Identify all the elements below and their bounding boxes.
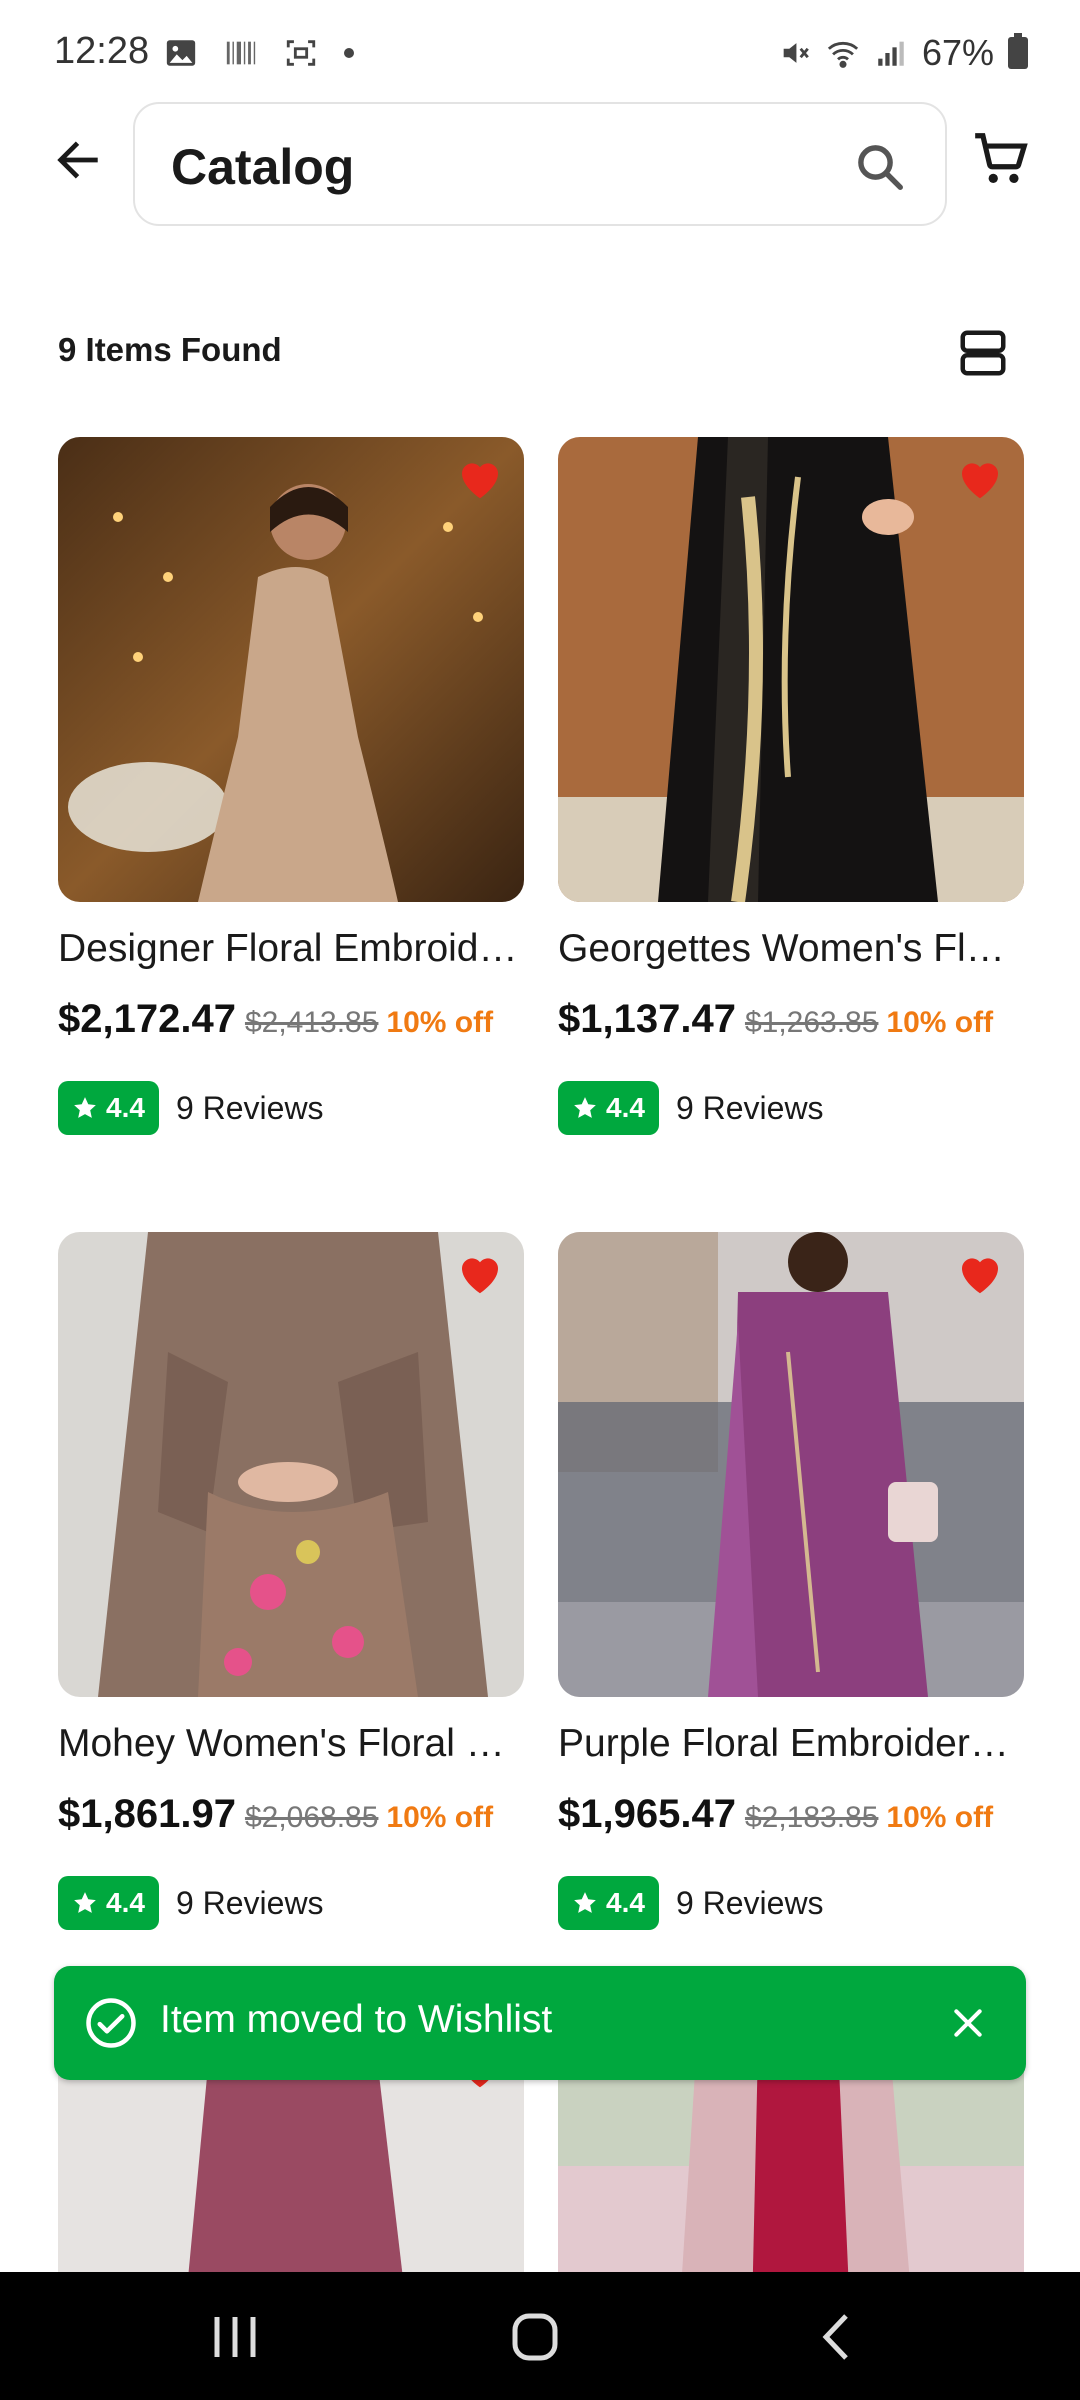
rating-badge: 4.4 <box>558 1876 659 1930</box>
rating-row: 4.4 9 Reviews <box>558 1081 824 1135</box>
status-icons-left <box>164 36 354 70</box>
rating-badge: 4.4 <box>58 1081 159 1135</box>
star-icon <box>574 1097 596 1118</box>
product-name[interactable]: Georgettes Women's Floral Dress <box>558 927 1024 971</box>
star-icon <box>74 1097 96 1118</box>
product-price: $1,965.47 <box>558 1792 736 1836</box>
heart-icon[interactable] <box>950 1246 1010 1300</box>
product-image[interactable] <box>558 437 1024 902</box>
heart-icon[interactable] <box>950 451 1010 505</box>
toast-notification: Item moved to Wishlist <box>54 1966 1026 2080</box>
rating-badge: 4.4 <box>558 1081 659 1135</box>
view-list-icon[interactable] <box>954 326 1012 380</box>
review-count: 9 Reviews <box>175 1884 324 1921</box>
product-name[interactable]: Purple Floral Embroidered Suit <box>558 1722 1024 1766</box>
product-discount: 10% off <box>386 1801 494 1834</box>
product-image[interactable] <box>558 1232 1024 1697</box>
battery-percent: 67% <box>921 32 994 73</box>
review-count: 9 Reviews <box>675 1884 824 1921</box>
rating-row: 4.4 9 Reviews <box>58 1081 324 1135</box>
rating-value: 4.4 <box>106 1092 145 1123</box>
product-price: $2,172.47 <box>58 997 236 1041</box>
dot-icon <box>344 48 354 58</box>
battery-icon <box>1008 33 1028 69</box>
search-bar[interactable]: Catalog <box>133 102 947 226</box>
product-discount: 10% off <box>886 1006 994 1039</box>
product-image[interactable] <box>58 437 524 902</box>
close-icon[interactable] <box>948 2003 988 2043</box>
product-discount: 10% off <box>886 1801 994 1834</box>
product-price: $1,137.47 <box>558 997 736 1041</box>
status-bar: 12:28 67% <box>0 0 1080 112</box>
mute-icon <box>783 43 809 63</box>
status-time: 12:28 <box>54 30 150 72</box>
rating-value: 4.4 <box>106 1887 145 1918</box>
product-old-price: $2,183.85 <box>744 1801 879 1834</box>
wifi-icon <box>827 41 859 68</box>
price-row: $2,172.47 $2,413.85 10% off <box>58 997 528 1042</box>
price-row: $1,861.97 $2,068.85 10% off <box>58 1792 528 1837</box>
back-button[interactable] <box>46 128 110 192</box>
signal-icon <box>878 41 904 66</box>
heart-icon[interactable] <box>450 451 510 505</box>
status-icons-right: 67% <box>778 32 1028 74</box>
page-title: Catalog <box>171 139 355 195</box>
back-nav-icon[interactable] <box>808 2312 868 2362</box>
cart-icon[interactable] <box>970 128 1032 190</box>
home-icon[interactable] <box>505 2312 565 2362</box>
items-found-count: 9 Items Found <box>58 331 282 368</box>
system-nav-bar <box>0 2272 1080 2400</box>
product-name[interactable]: Designer Floral Embroidered Outfit <box>58 927 524 971</box>
review-count: 9 Reviews <box>675 1089 824 1126</box>
product-price: $1,861.97 <box>58 1792 236 1836</box>
screenshot-icon <box>286 40 316 66</box>
recents-icon[interactable] <box>205 2312 265 2362</box>
product-discount: 10% off <box>386 1006 494 1039</box>
rating-value: 4.4 <box>606 1887 645 1918</box>
rating-row: 4.4 9 Reviews <box>58 1876 324 1930</box>
search-icon[interactable] <box>853 140 907 194</box>
product-old-price: $1,263.85 <box>744 1006 879 1039</box>
check-circle-icon <box>86 1998 136 2048</box>
product-name[interactable]: Mohey Women's Floral Kurta <box>58 1722 524 1766</box>
image-icon <box>166 40 196 66</box>
star-icon <box>74 1892 96 1913</box>
product-image[interactable] <box>58 1232 524 1697</box>
barcode-icon <box>226 41 256 65</box>
heart-icon[interactable] <box>450 1246 510 1300</box>
rating-row: 4.4 9 Reviews <box>558 1876 824 1930</box>
review-count: 9 Reviews <box>175 1089 324 1126</box>
rating-badge: 4.4 <box>58 1876 159 1930</box>
rating-value: 4.4 <box>606 1092 645 1123</box>
product-old-price: $2,413.85 <box>244 1006 379 1039</box>
toast-message: Item moved to Wishlist <box>160 1998 553 2041</box>
product-old-price: $2,068.85 <box>244 1801 379 1834</box>
price-row: $1,137.47 $1,263.85 10% off <box>558 997 1028 1042</box>
price-row: $1,965.47 $2,183.85 10% off <box>558 1792 1028 1837</box>
star-icon <box>574 1892 596 1913</box>
arrow-left-icon <box>57 141 98 179</box>
